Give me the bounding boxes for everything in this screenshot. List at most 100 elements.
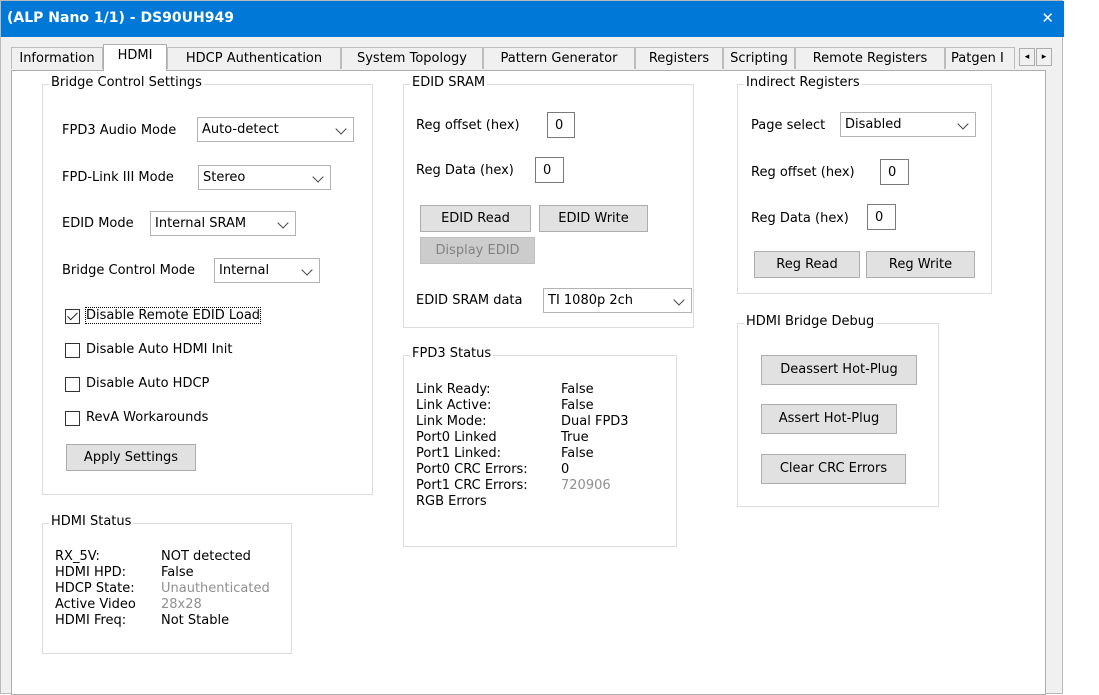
- status-label: Link Ready:: [416, 382, 491, 397]
- tab-strip: Information HDMI HDCP Authentication Sys…: [11, 44, 1054, 71]
- status-label: Port0 CRC Errors:: [416, 462, 528, 477]
- status-label: RGB Errors: [416, 494, 487, 509]
- reva-workarounds-checkbox[interactable]: [65, 411, 80, 426]
- group-legend: EDID SRAM: [410, 75, 488, 90]
- bridge-control-settings-group: Bridge Control Settings FPD3 Audio Mode …: [42, 75, 373, 495]
- indirect-reg-offset-label: Reg offset (hex): [751, 165, 855, 180]
- select-value: Internal SRAM: [155, 216, 247, 231]
- disable-auto-hdmi-init-checkbox[interactable]: [65, 343, 80, 358]
- page-select-select[interactable]: Disabled: [840, 112, 976, 137]
- hdmi-tab-panel: Bridge Control Settings FPD3 Audio Mode …: [11, 70, 1046, 695]
- status-value: Dual FPD3: [561, 414, 629, 429]
- chevron-down-icon: [673, 294, 685, 306]
- indirect-reg-offset-input[interactable]: 0: [880, 159, 909, 185]
- hdmi-bridge-debug-group: HDMI Bridge Debug Deassert Hot-Plug Asse…: [737, 314, 939, 507]
- clear-crc-errors-button[interactable]: Clear CRC Errors: [761, 454, 906, 484]
- status-label: RX_5V:: [55, 549, 100, 564]
- tab-hdmi[interactable]: HDMI: [103, 44, 167, 71]
- group-legend: Bridge Control Settings: [49, 75, 204, 90]
- status-value: False: [161, 565, 194, 580]
- status-label: Active Video: [55, 597, 136, 612]
- edid-reg-data-input[interactable]: 0: [535, 157, 564, 183]
- tab-system-topology[interactable]: System Topology: [341, 47, 483, 69]
- edid-reg-offset-input[interactable]: 0: [547, 112, 575, 138]
- tab-patgen[interactable]: Patgen I: [945, 47, 1015, 69]
- edid-sram-data-select[interactable]: TI 1080p 2ch: [543, 288, 692, 313]
- status-label: HDMI Freq:: [55, 613, 127, 628]
- group-legend: HDMI Status: [49, 514, 134, 529]
- chevron-down-icon: [277, 217, 289, 229]
- status-label: Link Mode:: [416, 414, 487, 429]
- disable-remote-edid-load-label[interactable]: Disable Remote EDID Load: [84, 307, 262, 324]
- tab-information[interactable]: Information: [11, 47, 103, 69]
- indirect-registers-group: Indirect Registers Page select Disabled …: [737, 75, 992, 294]
- select-value: TI 1080p 2ch: [548, 293, 634, 308]
- status-label: Port1 CRC Errors:: [416, 478, 528, 493]
- assert-hot-plug-button[interactable]: Assert Hot-Plug: [761, 404, 897, 434]
- edid-reg-offset-label: Reg offset (hex): [416, 118, 520, 133]
- reg-write-button[interactable]: Reg Write: [866, 251, 975, 278]
- tab-remote-registers[interactable]: Remote Registers: [795, 47, 945, 69]
- edid-mode-select[interactable]: Internal SRAM: [150, 211, 296, 236]
- title-bar[interactable]: (ALP Nano 1/1) - DS90UH949 ✕: [1, 1, 1064, 37]
- status-value: False: [561, 446, 594, 461]
- disable-auto-hdcp-label[interactable]: Disable Auto HDCP: [86, 376, 209, 391]
- deassert-hot-plug-button[interactable]: Deassert Hot-Plug: [761, 355, 917, 385]
- apply-settings-button[interactable]: Apply Settings: [66, 444, 196, 471]
- status-label: HDCP State:: [55, 581, 135, 596]
- edid-read-button[interactable]: EDID Read: [420, 205, 531, 232]
- display-edid-button[interactable]: Display EDID: [420, 237, 535, 264]
- fpd3-audio-mode-label: FPD3 Audio Mode: [62, 123, 177, 138]
- status-value: 720906: [561, 478, 611, 493]
- group-legend: Indirect Registers: [744, 75, 862, 90]
- bridge-control-mode-select[interactable]: Internal: [214, 258, 320, 283]
- select-value: Auto-detect: [202, 122, 279, 137]
- chevron-down-icon: [335, 123, 347, 135]
- disable-auto-hdmi-init-label[interactable]: Disable Auto HDMI Init: [86, 342, 232, 357]
- status-value: Not Stable: [161, 613, 230, 628]
- status-value: False: [561, 382, 594, 397]
- tab-scroll-right-icon[interactable]: ▸: [1036, 48, 1052, 66]
- edid-sram-group: EDID SRAM Reg offset (hex) 0 Reg Data (h…: [403, 75, 694, 328]
- status-value: True: [561, 430, 589, 445]
- tab-scroll-left-icon[interactable]: ◂: [1019, 48, 1035, 66]
- status-value: 28x28: [161, 597, 202, 612]
- fpd-link-mode-label: FPD-Link III Mode: [62, 170, 174, 185]
- disable-auto-hdcp-checkbox[interactable]: [65, 377, 80, 392]
- select-value: Disabled: [845, 117, 902, 132]
- reg-read-button[interactable]: Reg Read: [754, 251, 860, 278]
- bridge-control-mode-label: Bridge Control Mode: [62, 263, 196, 278]
- tab-scripting[interactable]: Scripting: [723, 47, 795, 69]
- chevron-down-icon: [301, 264, 313, 276]
- edid-write-button[interactable]: EDID Write: [539, 205, 648, 232]
- chevron-down-icon: [312, 171, 324, 183]
- status-label: Port0 Linked: [416, 430, 497, 445]
- edid-sram-data-label: EDID SRAM data: [416, 293, 523, 308]
- reva-workarounds-label[interactable]: RevA Workarounds: [86, 410, 208, 425]
- status-value: False: [561, 398, 594, 413]
- fpd-link-mode-select[interactable]: Stereo: [198, 165, 331, 190]
- page-select-label: Page select: [751, 118, 826, 133]
- disable-remote-edid-load-checkbox[interactable]: [65, 309, 80, 324]
- close-icon[interactable]: ✕: [1041, 9, 1054, 27]
- indirect-reg-data-input[interactable]: 0: [867, 204, 896, 230]
- tab-pattern-generator[interactable]: Pattern Generator: [483, 47, 635, 69]
- fpd3-status-group: FPD3 Status Link Ready: False Link Active:…: [403, 346, 677, 547]
- status-label: Port1 Linked:: [416, 446, 501, 461]
- status-label: Link Active:: [416, 398, 492, 413]
- select-value: Internal: [219, 263, 270, 278]
- indirect-reg-data-label: Reg Data (hex): [751, 211, 849, 226]
- fpd3-audio-mode-select[interactable]: Auto-detect: [197, 117, 354, 142]
- status-label: HDMI HPD:: [55, 565, 126, 580]
- select-value: Stereo: [203, 170, 246, 185]
- status-value: 0: [561, 462, 570, 477]
- group-legend: HDMI Bridge Debug: [744, 314, 877, 329]
- hdmi-status-group: HDMI Status RX_5V: NOT detected HDMI HPD: F…: [42, 514, 292, 654]
- chevron-down-icon: [957, 118, 969, 130]
- tab-hdcp-authentication[interactable]: HDCP Authentication: [167, 47, 341, 69]
- edid-reg-data-label: Reg Data (hex): [416, 163, 514, 178]
- window-title: (ALP Nano 1/1) - DS90UH949: [7, 10, 234, 26]
- edid-mode-label: EDID Mode: [62, 216, 134, 231]
- tab-registers[interactable]: Registers: [635, 47, 723, 69]
- status-value: Unauthenticated: [161, 581, 270, 596]
